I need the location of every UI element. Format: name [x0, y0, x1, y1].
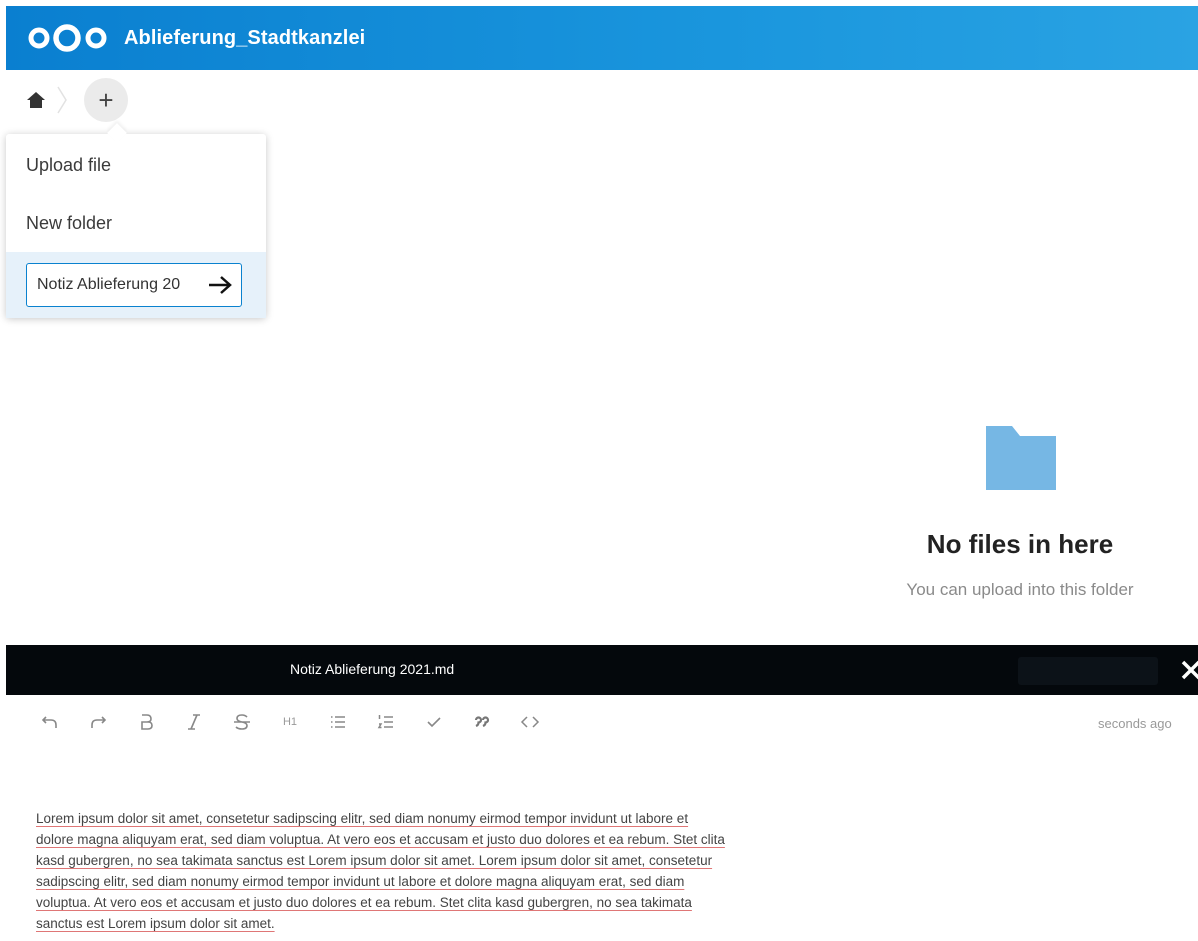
folder-icon: [986, 426, 1056, 490]
new-menu-popover: Upload file New folder Notiz Ablieferung…: [6, 134, 266, 318]
share-title: Ablieferung_Stadtkanzlei: [124, 26, 366, 49]
code-icon: [520, 716, 540, 728]
new-folder-menu-item[interactable]: New folder: [6, 194, 266, 252]
redo-icon: [91, 716, 107, 728]
new-file-name-value: Notiz Ablieferung 20: [37, 276, 181, 293]
heading-button[interactable]: H1: [266, 700, 314, 744]
quote-button[interactable]: [458, 700, 506, 744]
viewer-action-button[interactable]: [1018, 657, 1158, 685]
ordered-list-button[interactable]: [362, 700, 410, 744]
arrow-right-icon[interactable]: [205, 274, 235, 296]
strikethrough-icon: [234, 714, 250, 730]
bold-button[interactable]: [122, 700, 170, 744]
editor-content[interactable]: Lorem ipsum dolor sit amet, consetetur s…: [36, 808, 726, 934]
new-text-file-menu-item: Notiz Ablieferung 20: [6, 252, 266, 318]
close-icon[interactable]: [1180, 659, 1198, 681]
upload-file-menu-item[interactable]: Upload file: [6, 136, 266, 194]
new-folder-label: New folder: [26, 212, 113, 233]
empty-title: No files in here: [926, 529, 1114, 559]
bullet-list-button[interactable]: [314, 700, 362, 744]
quote-icon: [474, 716, 490, 728]
home-icon[interactable]: [26, 90, 46, 110]
save-status: seconds ago: [1098, 716, 1172, 731]
breadcrumb-separator-icon: [57, 86, 67, 114]
undo-icon: [41, 716, 57, 728]
ordered-list-icon: [377, 715, 393, 729]
new-file-name-input[interactable]: Notiz Ablieferung 20: [26, 263, 242, 307]
editor-toolbar: H1: [26, 700, 554, 744]
redo-button[interactable]: [74, 700, 122, 744]
viewer-header: Notiz Ablieferung 2021.md: [6, 645, 1198, 695]
code-button[interactable]: [506, 700, 554, 744]
italic-button[interactable]: [170, 700, 218, 744]
checklist-icon: [427, 717, 441, 728]
upload-file-label: Upload file: [26, 154, 112, 175]
breadcrumb: +: [6, 74, 406, 126]
italic-icon: [188, 714, 200, 730]
nextcloud-logo-icon[interactable]: [26, 23, 110, 53]
undo-button[interactable]: [26, 700, 74, 744]
bold-icon: [141, 714, 153, 730]
app-header: Ablieferung_Stadtkanzlei: [6, 6, 1198, 70]
new-button[interactable]: +: [84, 78, 128, 122]
bullet-list-icon: [331, 716, 345, 728]
empty-content: No files in here You can upload into thi…: [870, 420, 1170, 600]
checklist-button[interactable]: [410, 700, 458, 744]
strikethrough-button[interactable]: [218, 700, 266, 744]
empty-subtitle: You can upload into this folder: [906, 580, 1134, 599]
viewer-file-title: Notiz Ablieferung 2021.md: [290, 661, 455, 677]
document-text: Lorem ipsum dolor sit amet, consetetur s…: [36, 811, 725, 931]
heading-icon: H1: [282, 716, 298, 728]
plus-icon: +: [98, 85, 114, 115]
